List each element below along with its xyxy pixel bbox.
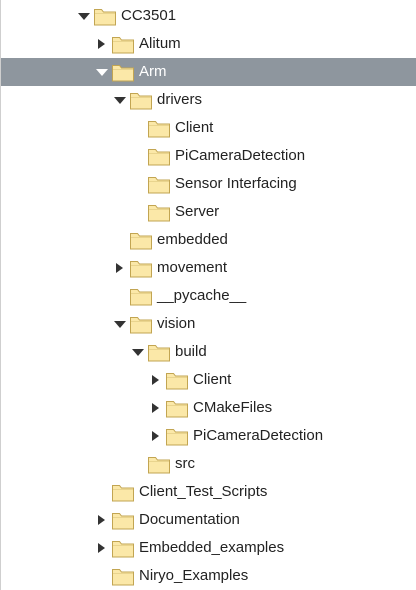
triangle-right-icon bbox=[116, 263, 123, 273]
tree-item-label: vision bbox=[157, 315, 196, 332]
expander-closed-icon[interactable] bbox=[148, 372, 164, 388]
folder-icon bbox=[165, 426, 189, 446]
tree-row-sensor-interfacing[interactable]: Sensor Interfacing bbox=[1, 170, 416, 198]
tree-row-picameradetection[interactable]: PiCameraDetection bbox=[1, 422, 416, 450]
folder-icon bbox=[147, 342, 171, 362]
expander-closed-icon[interactable] bbox=[94, 540, 110, 556]
expander-open-icon[interactable] bbox=[112, 316, 128, 332]
tree-item-label: Embedded_examples bbox=[139, 539, 285, 556]
tree-row-build[interactable]: build bbox=[1, 338, 416, 366]
tree-item-label: Alitum bbox=[139, 35, 181, 52]
tree-item-label: drivers bbox=[157, 91, 203, 108]
triangle-right-icon bbox=[98, 515, 105, 525]
tree-row-server[interactable]: Server bbox=[1, 198, 416, 226]
expander-open-icon[interactable] bbox=[112, 92, 128, 108]
tree-row-pycache[interactable]: __pycache__ bbox=[1, 282, 416, 310]
tree-item-label: Niryo_Examples bbox=[139, 567, 249, 584]
triangle-right-icon bbox=[152, 431, 159, 441]
expander-closed-icon[interactable] bbox=[94, 36, 110, 52]
triangle-down-icon bbox=[114, 97, 126, 104]
folder-icon bbox=[147, 454, 171, 474]
tree-row-src[interactable]: src bbox=[1, 450, 416, 478]
expander-closed-icon[interactable] bbox=[94, 512, 110, 528]
tree-row-alitum[interactable]: Alitum bbox=[1, 30, 416, 58]
tree-row-vision[interactable]: vision bbox=[1, 310, 416, 338]
triangle-down-icon bbox=[132, 349, 144, 356]
tree-item-label: CMakeFiles bbox=[193, 399, 273, 416]
tree-item-label: Sensor Interfacing bbox=[175, 175, 297, 192]
tree-item-label: embedded bbox=[157, 231, 228, 248]
triangle-right-icon bbox=[152, 375, 159, 385]
tree-row-client-test-scripts[interactable]: Client_Test_Scripts bbox=[1, 478, 416, 506]
tree-item-label: Client bbox=[193, 371, 232, 388]
folder-icon bbox=[129, 314, 153, 334]
tree-item-label: build bbox=[175, 343, 207, 360]
tree-row-cc3501[interactable]: CC3501 bbox=[1, 2, 416, 30]
expander-closed-icon[interactable] bbox=[148, 428, 164, 444]
folder-icon bbox=[147, 146, 171, 166]
tree-row-embedded[interactable]: embedded bbox=[1, 226, 416, 254]
tree-row-client[interactable]: Client bbox=[1, 366, 416, 394]
triangle-right-icon bbox=[98, 39, 105, 49]
tree-row-cmakefiles[interactable]: CMakeFiles bbox=[1, 394, 416, 422]
tree-row-picameradetection[interactable]: PiCameraDetection bbox=[1, 142, 416, 170]
folder-icon bbox=[111, 566, 135, 586]
tree-item-label: PiCameraDetection bbox=[175, 147, 306, 164]
folder-icon bbox=[129, 258, 153, 278]
folder-icon bbox=[129, 286, 153, 306]
folder-icon bbox=[111, 510, 135, 530]
tree-row-niryo-examples[interactable]: Niryo_Examples bbox=[1, 562, 416, 590]
folder-icon bbox=[147, 174, 171, 194]
triangle-down-icon bbox=[96, 69, 108, 76]
tree-row-arm[interactable]: Arm bbox=[1, 58, 416, 86]
expander-open-icon[interactable] bbox=[94, 64, 110, 80]
folder-icon bbox=[111, 482, 135, 502]
tree-item-label: __pycache__ bbox=[157, 287, 247, 304]
tree-item-label: CC3501 bbox=[121, 7, 177, 24]
folder-icon bbox=[129, 90, 153, 110]
tree-row-documentation[interactable]: Documentation bbox=[1, 506, 416, 534]
expander-closed-icon[interactable] bbox=[112, 260, 128, 276]
folder-icon bbox=[129, 230, 153, 250]
tree-row-drivers[interactable]: drivers bbox=[1, 86, 416, 114]
folder-icon bbox=[165, 370, 189, 390]
tree-row-embedded-examples[interactable]: Embedded_examples bbox=[1, 534, 416, 562]
expander-open-icon[interactable] bbox=[76, 8, 92, 24]
folder-icon bbox=[147, 118, 171, 138]
folder-icon bbox=[111, 34, 135, 54]
folder-icon bbox=[111, 62, 135, 82]
tree-item-label: PiCameraDetection bbox=[193, 427, 324, 444]
folder-tree: CC3501 Alitum Arm drivers Client PiCameraDete… bbox=[0, 0, 416, 590]
tree-item-label: Client bbox=[175, 119, 214, 136]
tree-item-label: Documentation bbox=[139, 511, 240, 528]
tree-row-client[interactable]: Client bbox=[1, 114, 416, 142]
folder-icon bbox=[165, 398, 189, 418]
folder-icon bbox=[93, 6, 117, 26]
expander-closed-icon[interactable] bbox=[148, 400, 164, 416]
folder-icon bbox=[111, 538, 135, 558]
triangle-down-icon bbox=[78, 13, 90, 20]
tree-item-label: src bbox=[175, 455, 195, 472]
triangle-down-icon bbox=[114, 321, 126, 328]
tree-item-label: Client_Test_Scripts bbox=[139, 483, 268, 500]
triangle-right-icon bbox=[152, 403, 159, 413]
folder-icon bbox=[147, 202, 171, 222]
expander-open-icon[interactable] bbox=[130, 344, 146, 360]
triangle-right-icon bbox=[98, 543, 105, 553]
tree-item-label: Arm bbox=[139, 63, 167, 80]
tree-item-label: movement bbox=[157, 259, 228, 276]
tree-row-movement[interactable]: movement bbox=[1, 254, 416, 282]
tree-item-label: Server bbox=[175, 203, 220, 220]
